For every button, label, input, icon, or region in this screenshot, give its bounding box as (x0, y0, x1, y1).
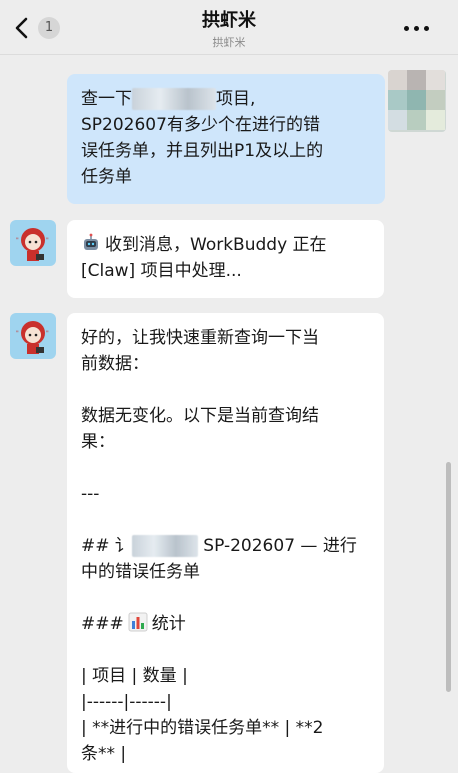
user-message-line: 查一下 项目, (81, 88, 256, 110)
bot-message-line: 条** | (81, 744, 127, 764)
chat-subtitle: 拱虾米 (212, 36, 246, 49)
bot-message-bubble[interactable]: 收到消息，WorkBuddy 正在 [Claw] 项目中处理... (67, 220, 384, 298)
bot-message-line: 果： (81, 432, 115, 452)
svg-text:": " (16, 237, 19, 244)
bot-message-line: 中的错误任务单 (81, 562, 200, 582)
user-message-line: SP202607有多少个在进行的错 (81, 115, 320, 135)
bot-message-line: 数据无变化。以下是当前查询结 (81, 406, 319, 426)
bot-message-line: | 项目 | 数量 | (81, 666, 188, 686)
bot-message-line: 好的，让我快速重新查询一下当 (81, 328, 319, 348)
bot-message-line: [Claw] 项目中处理... (81, 261, 242, 281)
bar-chart-icon (128, 612, 148, 632)
bot-message-line: ## 讠 SP-202607 — 进行 (81, 535, 357, 557)
redacted-text (131, 535, 198, 557)
svg-text:": " (16, 330, 19, 337)
chat-title: 拱虾米 (202, 10, 256, 31)
redacted-text (132, 88, 216, 110)
bot-message-line: ### 统计 (81, 612, 186, 634)
bot-message-line: 收到消息，WorkBuddy 正在 (81, 232, 370, 258)
bot-message-bubble[interactable]: 好的，让我快速重新查询一下当 前数据： 数据无变化。以下是当前查询结 果： --… (67, 313, 384, 773)
bot-message-line: 前数据： (81, 354, 149, 374)
chat-header: 1 拱虾米 拱虾米 (0, 0, 458, 55)
bot-avatar-image: " " (16, 321, 49, 354)
user-message-bubble[interactable]: 查一下 项目, SP202607有多少个在进行的错 误任务单，并且列出P1及以上的… (67, 74, 385, 204)
svg-text:": " (46, 330, 49, 337)
bot-avatar[interactable]: " " (10, 220, 56, 266)
bot-avatar[interactable]: " " (10, 313, 56, 359)
bot-avatar-image: " " (16, 228, 49, 261)
more-button[interactable] (402, 18, 432, 38)
bot-message-line: --- (81, 484, 100, 504)
user-message-line: 任务单 (81, 167, 132, 187)
robot-icon (84, 233, 98, 250)
user-avatar[interactable] (388, 70, 446, 132)
user-message-line: 误任务单，并且列出P1及以上的 (81, 141, 324, 161)
svg-text:": " (46, 237, 49, 244)
bot-message-line: | **进行中的错误任务单** | **2 (81, 718, 324, 738)
bot-message-line: |------|------| (81, 692, 172, 712)
scrollbar[interactable] (446, 462, 451, 692)
